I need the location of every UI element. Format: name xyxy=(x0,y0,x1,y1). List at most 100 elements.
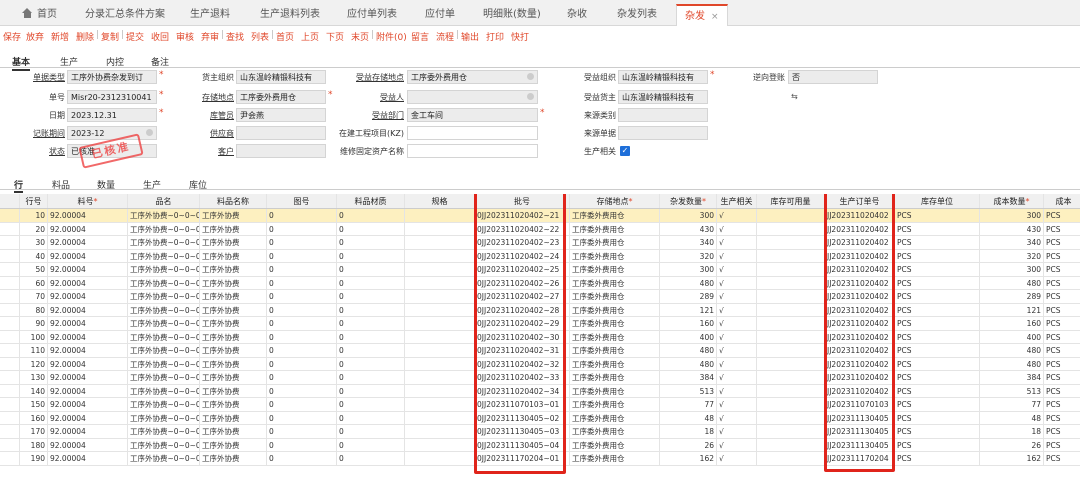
row-qty[interactable]: 48 xyxy=(660,411,717,424)
close-icon[interactable]: × xyxy=(711,12,719,22)
row-drawing[interactable]: 0 xyxy=(267,276,337,289)
row-available[interactable] xyxy=(757,263,825,276)
row-cost[interactable]: PCS xyxy=(1044,425,1080,438)
table-row[interactable]: 60 92.00004 工序外协费~0~0~0 工序外协费 0 0 0JJ202311020… xyxy=(0,276,1080,290)
row-material[interactable]: 0 xyxy=(337,236,405,249)
row-mo-number[interactable]: JJ202311020402 xyxy=(825,263,895,276)
supplier-label[interactable]: 供应商 xyxy=(190,128,234,139)
row-name[interactable]: 工序外协费~0~0~0 xyxy=(128,236,200,249)
row-item-code[interactable]: 92.00004 xyxy=(48,438,128,451)
row-selector[interactable] xyxy=(0,411,20,424)
row-name[interactable]: 工序外协费~0~0~0 xyxy=(128,371,200,384)
row-selector[interactable] xyxy=(0,236,20,249)
row-storage[interactable]: 工序委外费用仓 xyxy=(570,276,660,289)
col-cost[interactable]: 成本 xyxy=(1044,194,1080,208)
row-item-code[interactable]: 92.00004 xyxy=(48,398,128,411)
row-unit[interactable]: PCS xyxy=(895,317,980,330)
row-available[interactable] xyxy=(757,344,825,357)
row-name[interactable]: 工序外协费~0~0~0 xyxy=(128,290,200,303)
row-cost-qty[interactable]: 300 xyxy=(980,263,1044,276)
row-cost[interactable]: PCS xyxy=(1044,371,1080,384)
row-mo-number[interactable]: JJ202311020402 xyxy=(825,236,895,249)
row-cost[interactable]: PCS xyxy=(1044,317,1080,330)
row-cost[interactable]: PCS xyxy=(1044,439,1080,452)
row-cost-qty[interactable]: 289 xyxy=(980,290,1044,303)
row-spec[interactable] xyxy=(405,344,475,357)
row-item-code[interactable]: 92.00004 xyxy=(48,344,128,357)
row-mo-number[interactable]: JJ202311020402 xyxy=(825,317,895,330)
output-button[interactable]: 输出 xyxy=(461,30,479,43)
discard-button[interactable]: 放弃 xyxy=(26,30,44,43)
doctype-label[interactable]: 单据类型 xyxy=(20,72,65,83)
row-cost-qty[interactable]: 430 xyxy=(980,222,1044,235)
table-row[interactable]: 90 92.00004 工序外协费~0~0~0 工序外协费 0 0 0JJ202311020… xyxy=(0,317,1080,331)
reverse-posting-field[interactable]: 否 xyxy=(788,70,878,84)
row-name[interactable]: 工序外协费~0~0~0 xyxy=(128,276,200,289)
row-item-name[interactable]: 工序外协费 xyxy=(200,263,267,276)
table-row[interactable]: 80 92.00004 工序外协费~0~0~0 工序外协费 0 0 0JJ202311020… xyxy=(0,303,1080,317)
tab-misc-issue-list[interactable]: 杂发列表 xyxy=(617,4,657,26)
recall-button[interactable]: 收回 xyxy=(151,30,169,43)
row-item-name[interactable]: 工序外协费 xyxy=(200,384,267,397)
row-line[interactable]: 80 xyxy=(20,303,48,316)
col-item[interactable]: 料号* xyxy=(48,194,128,208)
row-line[interactable]: 170 xyxy=(20,425,48,438)
row-material[interactable]: 0 xyxy=(337,263,405,276)
row-drawing[interactable]: 0 xyxy=(267,411,337,424)
row-item-code[interactable]: 92.00004 xyxy=(48,384,128,397)
row-spec[interactable] xyxy=(405,209,475,222)
row-production-related[interactable]: √ xyxy=(717,290,757,303)
row-line[interactable]: 20 xyxy=(20,222,48,235)
row-spec[interactable] xyxy=(405,317,475,330)
asset-field[interactable] xyxy=(407,144,538,158)
row-qty[interactable]: 162 xyxy=(660,452,717,465)
row-selector[interactable] xyxy=(0,330,20,343)
row-line[interactable]: 150 xyxy=(20,398,48,411)
row-line[interactable]: 30 xyxy=(20,236,48,249)
row-production-related[interactable]: √ xyxy=(717,344,757,357)
list-button[interactable]: 列表 xyxy=(251,30,269,43)
row-name[interactable]: 工序外协费~0~0~0 xyxy=(128,384,200,397)
row-unit[interactable]: PCS xyxy=(895,398,980,411)
row-material[interactable]: 0 xyxy=(337,438,405,451)
table-row[interactable]: 50 92.00004 工序外协费~0~0~0 工序外协费 0 0 0JJ202311020… xyxy=(0,263,1080,277)
row-selector[interactable] xyxy=(0,303,20,316)
row-line[interactable]: 160 xyxy=(20,411,48,424)
row-selector[interactable] xyxy=(0,209,20,222)
row-mo-number[interactable]: JJ202311020402 xyxy=(825,303,895,316)
row-material[interactable]: 0 xyxy=(337,425,405,438)
row-available[interactable] xyxy=(757,452,825,465)
recv-person-label[interactable]: 受益人 xyxy=(330,92,404,103)
row-qty[interactable]: 160 xyxy=(660,317,717,330)
row-item-name[interactable]: 工序外协费 xyxy=(200,303,267,316)
row-unit[interactable]: PCS xyxy=(895,276,980,289)
row-mo-number[interactable]: JJ202311020402 xyxy=(825,222,895,235)
row-storage[interactable]: 工序委外费用仓 xyxy=(570,438,660,451)
row-item-code[interactable]: 92.00004 xyxy=(48,263,128,276)
row-line[interactable]: 180 xyxy=(20,438,48,451)
row-mo-number[interactable]: JJ202311130405 xyxy=(825,425,895,438)
tab-summary-scheme[interactable]: 分录汇总条件方案 xyxy=(85,4,165,26)
row-selector[interactable] xyxy=(0,452,20,465)
row-mo-number[interactable]: JJ202311020402 xyxy=(825,249,895,262)
row-batch[interactable]: 0JJ202311130405~04 xyxy=(475,438,570,451)
row-available[interactable] xyxy=(757,411,825,424)
row-qty[interactable]: 384 xyxy=(660,371,717,384)
row-cost[interactable]: PCS xyxy=(1044,236,1080,249)
row-batch[interactable]: 0JJ202311020402~23 xyxy=(475,236,570,249)
row-cost-qty[interactable]: 18 xyxy=(980,425,1044,438)
row-mo-number[interactable]: JJ202311020402 xyxy=(825,290,895,303)
row-cost[interactable]: PCS xyxy=(1044,344,1080,357)
row-batch[interactable]: 0JJ202311170204~01 xyxy=(475,452,570,465)
tab-home[interactable]: 首页 xyxy=(22,4,57,26)
col-drawing[interactable]: 图号 xyxy=(267,194,337,208)
row-item-code[interactable]: 92.00004 xyxy=(48,236,128,249)
table-row[interactable]: 150 92.00004 工序外协费~0~0~0 工序外协费 0 0 0JJ20231107… xyxy=(0,398,1080,412)
row-storage[interactable]: 工序委外费用仓 xyxy=(570,263,660,276)
col-batch[interactable]: 批号 xyxy=(475,194,570,208)
row-drawing[interactable]: 0 xyxy=(267,263,337,276)
row-selector[interactable] xyxy=(0,357,20,370)
row-selector[interactable] xyxy=(0,344,20,357)
row-material[interactable]: 0 xyxy=(337,398,405,411)
row-storage[interactable]: 工序委外费用仓 xyxy=(570,371,660,384)
